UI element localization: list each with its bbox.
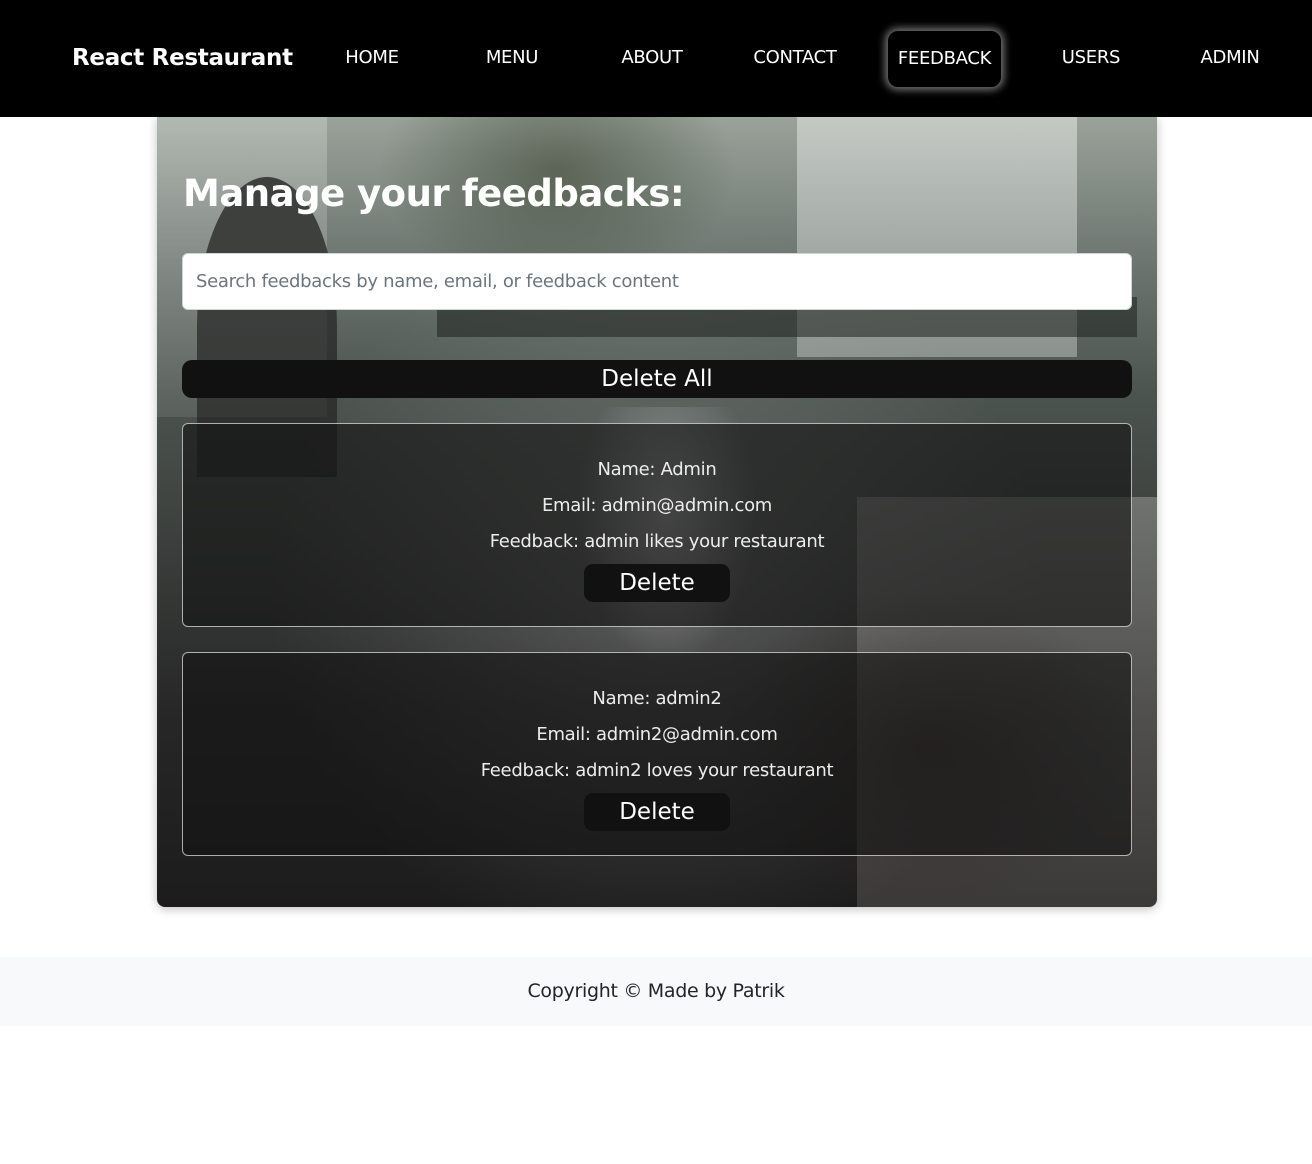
delete-feedback-button[interactable]: Delete xyxy=(584,564,730,602)
nav-item-about[interactable]: ABOUT xyxy=(612,36,692,80)
feedback-email: Email: admin@admin.com xyxy=(541,495,773,516)
feedback-card: Name: admin2 Email: admin2@admin.com Fee… xyxy=(182,652,1132,856)
feedback-name: Name: Admin xyxy=(597,459,717,480)
nav-item-admin[interactable]: ADMIN xyxy=(1192,36,1268,80)
nav-item-feedback[interactable]: FEEDBACK xyxy=(888,31,1001,87)
nav-item-users[interactable]: USERS xyxy=(1054,36,1128,80)
nav-item-menu[interactable]: MENU xyxy=(476,36,548,80)
feedback-text: Feedback: admin2 loves your restaurant xyxy=(480,760,834,781)
delete-all-button[interactable]: Delete All xyxy=(182,360,1132,398)
search-input[interactable] xyxy=(182,253,1132,310)
delete-feedback-button[interactable]: Delete xyxy=(584,793,730,831)
nav-item-home[interactable]: HOME xyxy=(336,36,408,80)
copyright-text: Copyright © Made by Patrik xyxy=(527,980,785,1002)
feedback-text: Feedback: admin likes your restaurant xyxy=(489,531,825,552)
feedback-name: Name: admin2 xyxy=(592,688,722,709)
page-title: Manage your feedbacks: xyxy=(183,172,685,215)
nav-item-contact[interactable]: CONTACT xyxy=(745,36,845,80)
feedback-management-panel: Manage your feedbacks: Delete All Name: … xyxy=(157,117,1157,907)
feedback-email: Email: admin2@admin.com xyxy=(536,724,778,745)
feedback-card: Name: Admin Email: admin@admin.com Feedb… xyxy=(182,423,1132,627)
footer: Copyright © Made by Patrik xyxy=(0,957,1312,1026)
panel-content: Manage your feedbacks: Delete All Name: … xyxy=(157,117,1157,907)
brand-logo[interactable]: React Restaurant xyxy=(72,40,293,76)
navbar: React Restaurant HOME MENU ABOUT CONTACT… xyxy=(0,0,1312,117)
